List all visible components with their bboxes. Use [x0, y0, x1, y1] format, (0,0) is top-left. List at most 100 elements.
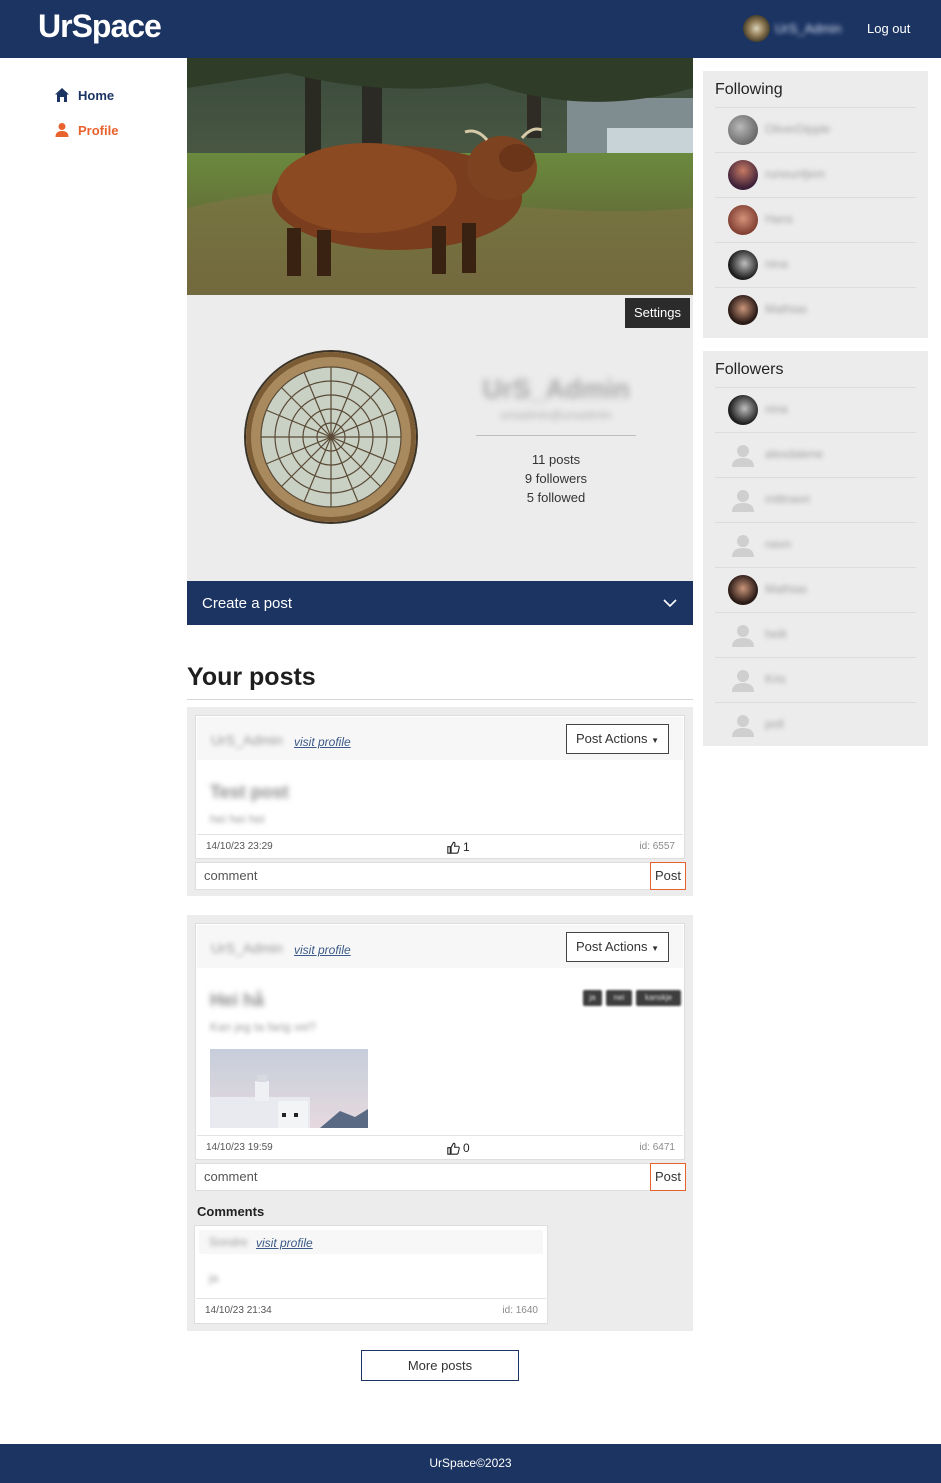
followers-heading: Followers	[715, 361, 784, 378]
post-body: Kan jeg ta farig vel?	[210, 1020, 317, 1034]
post-footer: 14/10/23 23:29 1 id: 6557	[197, 834, 683, 858]
follower-username: nina	[765, 402, 788, 416]
comment-date: 14/10/23 21:34	[205, 1305, 272, 1316]
follower-username: Mathias	[765, 582, 808, 596]
profile-handle: ursadmin@ursadmin	[500, 408, 612, 422]
post-id: id: 6557	[639, 841, 675, 852]
avatar	[728, 395, 758, 425]
top-navbar: UrSpace UrS_Admin Log out	[0, 0, 941, 58]
sidebar-item-home[interactable]: Home	[54, 87, 114, 103]
following-item[interactable]: Mathias	[715, 287, 916, 332]
like-button[interactable]: 0	[447, 1141, 470, 1155]
follower-item[interactable]: Mathias	[715, 567, 916, 612]
post-date: 14/10/23 19:59	[206, 1142, 273, 1153]
follower-item[interactable]: mittnavn	[715, 477, 916, 522]
nav-username[interactable]: UrS_Admin	[775, 21, 841, 36]
post-tag: nei	[606, 990, 632, 1006]
post-image[interactable]	[210, 1049, 368, 1128]
post-body: hei hei hei	[210, 812, 265, 826]
follower-username: alexdalene	[765, 447, 824, 461]
post-header: UrS_Admin visit profile Post Actions ▼	[197, 717, 683, 760]
like-count: 0	[463, 1141, 470, 1155]
person-icon	[728, 710, 758, 740]
person-icon	[728, 620, 758, 650]
following-item[interactable]: runeunfjem	[715, 152, 916, 197]
post-actions-label: Post Actions	[575, 939, 648, 954]
like-button[interactable]: 1	[447, 840, 470, 854]
following-username: runeunfjem	[765, 167, 826, 181]
post-footer: 14/10/23 19:59 0 id: 6471	[197, 1135, 683, 1159]
following-username: Mathias	[765, 302, 808, 316]
comment-header: Sondre visit profile	[199, 1230, 543, 1254]
person-icon	[728, 485, 758, 515]
follower-item[interactable]: navn	[715, 522, 916, 567]
sidebar-item-label: Profile	[78, 122, 119, 138]
comment-footer: 14/10/23 21:34 id: 1640	[196, 1298, 546, 1322]
avatar	[728, 295, 758, 325]
profile-divider	[476, 435, 636, 436]
post-header: UrS_Admin visit profile Post Actions ▼	[197, 925, 683, 968]
posts-heading: Your posts	[187, 663, 316, 691]
post-date: 14/10/23 23:29	[206, 841, 273, 852]
visit-profile-link[interactable]: visit profile	[294, 735, 351, 749]
post-actions-button[interactable]: Post Actions ▼	[566, 932, 669, 962]
post-card: UrS_Admin visit profile Post Actions ▼ j…	[195, 923, 685, 1160]
comment-id: id: 1640	[502, 1305, 538, 1316]
following-item[interactable]: Hans	[715, 197, 916, 242]
follower-item[interactable]: alexdalene	[715, 432, 916, 477]
avatar	[728, 575, 758, 605]
post-comment-button[interactable]: Post	[650, 862, 686, 890]
follower-username: poll	[765, 717, 784, 731]
post-card: UrS_Admin visit profile Post Actions ▼ T…	[195, 715, 685, 859]
comment-input[interactable]: comment	[195, 862, 653, 890]
comment-input[interactable]: comment	[195, 1163, 653, 1191]
profile-banner-image	[187, 58, 693, 295]
thumbs-up-icon	[447, 1142, 460, 1155]
post-actions-button[interactable]: Post Actions ▼	[566, 724, 669, 754]
follower-username: mittnavn	[765, 492, 811, 506]
post-container: UrS_Admin visit profile Post Actions ▼ T…	[187, 707, 693, 896]
settings-button[interactable]: Settings	[625, 298, 690, 328]
caret-down-icon: ▼	[651, 736, 660, 745]
follower-username: heili	[765, 627, 787, 641]
logout-link[interactable]: Log out	[867, 21, 910, 36]
following-panel: Following OliverDipple runeunfjem Hans n…	[703, 71, 928, 338]
follower-item[interactable]: Kris	[715, 657, 916, 702]
avatar	[728, 115, 758, 145]
follower-item[interactable]: heili	[715, 612, 916, 657]
comment-body: ja	[209, 1271, 219, 1285]
post-title: Test post	[210, 782, 289, 802]
caret-down-icon: ▼	[651, 944, 660, 953]
followers-count: 9 followers	[524, 471, 588, 486]
footer: UrSpace©2023	[0, 1444, 941, 1483]
avatar	[728, 205, 758, 235]
following-username: OliverDipple	[765, 122, 831, 136]
followed-count: 5 followed	[526, 490, 586, 505]
comment-author[interactable]: Sondre	[209, 1235, 248, 1249]
logo[interactable]: UrSpace	[38, 8, 162, 45]
post-author[interactable]: UrS_Admin	[211, 732, 283, 748]
create-post-label: Create a post	[202, 595, 293, 612]
post-author[interactable]: UrS_Admin	[211, 940, 283, 956]
visit-profile-link[interactable]: visit profile	[294, 943, 351, 957]
user-avatar[interactable]	[743, 15, 770, 42]
following-item[interactable]: OliverDipple	[715, 107, 916, 152]
post-title: Hei hå	[210, 990, 265, 1010]
more-posts-button[interactable]: More posts	[361, 1350, 519, 1381]
visit-profile-link[interactable]: visit profile	[256, 1236, 313, 1250]
sidebar-item-profile[interactable]: Profile	[54, 122, 118, 138]
avatar	[728, 160, 758, 190]
sidebar-item-label: Home	[78, 87, 115, 103]
comment-card: Sondre visit profile ja 14/10/23 21:34 i…	[194, 1225, 548, 1324]
avatar	[728, 250, 758, 280]
post-comment-button[interactable]: Post	[650, 1163, 686, 1191]
post-id: id: 6471	[639, 1142, 675, 1153]
following-heading: Following	[715, 81, 783, 98]
follower-item[interactable]: nina	[715, 387, 916, 432]
person-icon	[55, 123, 69, 137]
profile-picture[interactable]	[244, 350, 418, 524]
following-item[interactable]: nina	[715, 242, 916, 287]
follower-item[interactable]: poll	[715, 702, 916, 747]
post-tag: kanskje	[636, 990, 681, 1006]
create-post-toggle[interactable]: Create a post	[187, 581, 693, 625]
